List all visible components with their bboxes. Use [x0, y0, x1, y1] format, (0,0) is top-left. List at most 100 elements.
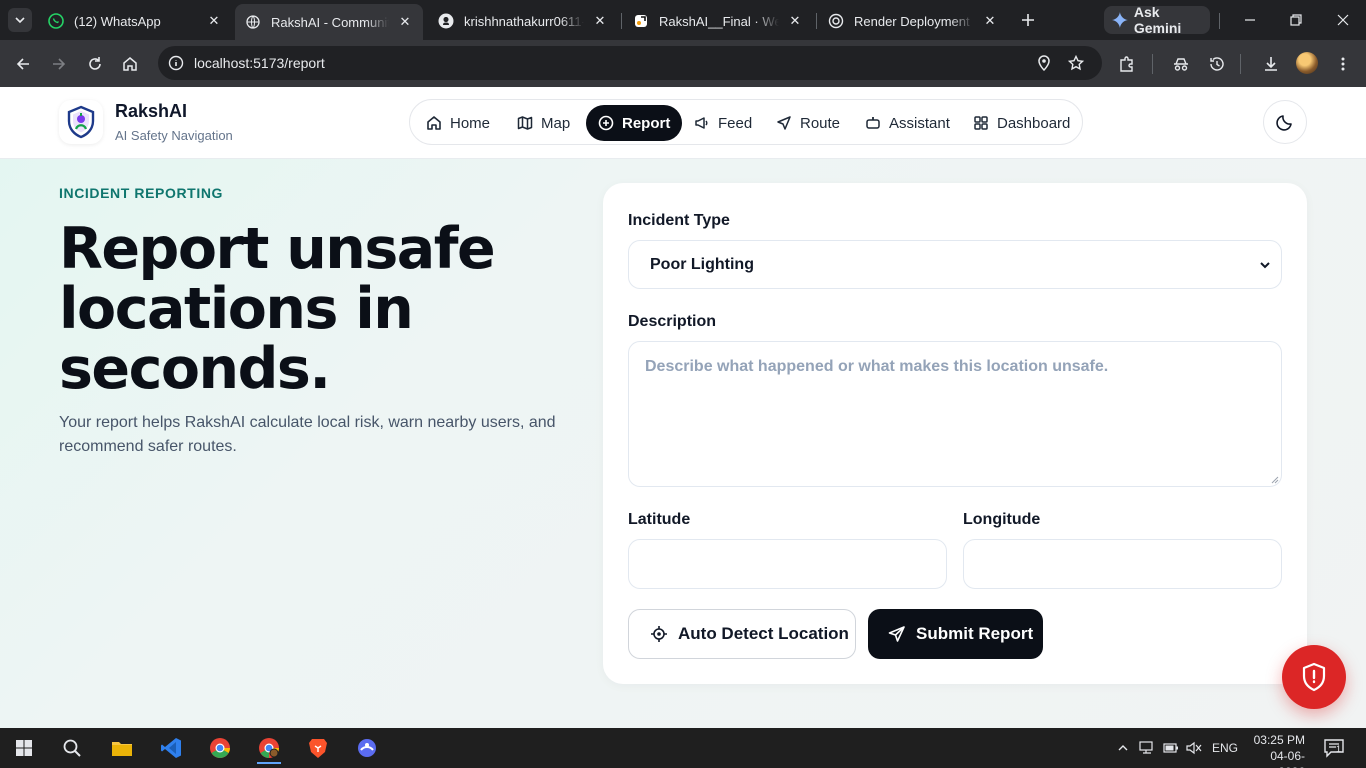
restore-button[interactable] [1284, 8, 1308, 32]
auto-detect-location-button[interactable]: Auto Detect Location [628, 609, 856, 659]
app-header: RakshAI AI Safety Navigation Home Map Re… [0, 87, 1366, 159]
windows-taskbar: ENG 03:25 PM 04-06-2026 1 [0, 728, 1366, 768]
extensions-button[interactable] [1114, 51, 1140, 77]
nav-report-label: Report [622, 114, 671, 132]
section-eyebrow: INCIDENT REPORTING [59, 185, 224, 201]
site-info-icon[interactable] [166, 53, 186, 73]
nav-map-label: Map [541, 114, 571, 132]
chrome-icon [210, 738, 230, 758]
history-button[interactable] [1204, 51, 1230, 77]
nav-dashboard[interactable]: Dashboard [961, 105, 1082, 141]
incident-type-select[interactable]: Poor Lighting [628, 240, 1282, 289]
github-icon [438, 13, 454, 29]
url-text[interactable]: localhost:5173/report [194, 55, 325, 71]
close-icon [1337, 14, 1349, 26]
taskbar-search-button[interactable] [52, 732, 92, 764]
latitude-label: Latitude [628, 511, 691, 528]
folder-icon [112, 742, 132, 756]
brave-lion-icon [309, 739, 327, 758]
tray-overflow-icon[interactable] [1114, 739, 1132, 757]
nav-home[interactable]: Home [414, 105, 502, 141]
chevron-down-icon [1257, 257, 1273, 273]
location-pin-icon[interactable] [1034, 53, 1054, 73]
incident-type-label: Incident Type [628, 212, 730, 229]
incognito-button[interactable] [1168, 51, 1194, 77]
description-textarea[interactable]: Describe what happened or what makes thi… [628, 341, 1282, 487]
close-icon[interactable]: ✕ [592, 13, 608, 29]
downloads-button[interactable] [1258, 51, 1284, 77]
page-title: Report unsafe locations in seconds. [59, 216, 496, 402]
nav-report[interactable]: Report [586, 105, 683, 141]
incident-type-value: Poor Lighting [650, 255, 754, 273]
main-nav: Home Map Report Feed Route Assistant Das… [409, 99, 1083, 145]
windows-logo-icon [16, 740, 32, 756]
browser-tab-render[interactable]: RakshAI__Final · Web Service ✕ [623, 6, 813, 36]
tab-separator [621, 13, 622, 29]
profile-avatar[interactable] [1296, 52, 1318, 74]
arrow-right-icon [53, 58, 66, 70]
home-button[interactable] [117, 51, 143, 77]
vscode-icon [161, 738, 181, 758]
close-window-button[interactable] [1331, 8, 1355, 32]
volume-muted-icon[interactable] [1185, 739, 1203, 757]
taskbar-vscode[interactable] [151, 732, 191, 764]
sos-shield-button[interactable] [1282, 645, 1346, 709]
notification-icon[interactable] [1323, 738, 1345, 758]
back-button[interactable] [10, 51, 36, 77]
browser-tab-github[interactable]: krishhnathakurr0611-hub ✕ [428, 6, 618, 36]
nav-map[interactable]: Map [505, 105, 582, 141]
input-language[interactable]: ENG [1212, 741, 1238, 755]
taskbar-file-explorer[interactable] [102, 732, 142, 764]
close-icon[interactable]: ✕ [397, 14, 413, 30]
address-bar[interactable]: localhost:5173/report [158, 46, 1102, 80]
tab-search-button[interactable] [8, 8, 32, 32]
network-icon[interactable] [1138, 739, 1156, 757]
nav-route[interactable]: Route [764, 105, 852, 141]
longitude-label: Longitude [963, 511, 1041, 528]
taskbar-app[interactable] [347, 732, 387, 764]
tab-title: krishhnathakurr0611-hub [464, 13, 584, 29]
theme-toggle-button[interactable] [1263, 100, 1307, 144]
tab-title: RakshAI - Community-Powered [271, 14, 389, 30]
minimize-button[interactable] [1238, 8, 1262, 32]
forward-button[interactable] [46, 51, 72, 77]
taskbar-chrome[interactable] [200, 732, 240, 764]
browser-menu-button[interactable] [1330, 51, 1356, 77]
longitude-input[interactable] [963, 539, 1282, 589]
system-clock[interactable]: 03:25 PM 04-06-2026 [1247, 732, 1305, 768]
report-form-card: Incident Type Poor Lighting Description … [603, 183, 1307, 684]
ask-gemini-label: Ask Gemini [1133, 4, 1182, 36]
close-icon[interactable]: ✕ [787, 13, 803, 29]
new-tab-button[interactable] [1018, 10, 1038, 30]
nav-assistant[interactable]: Assistant [853, 105, 962, 141]
rakshai-logo[interactable] [59, 100, 103, 144]
gemini-sparkle-icon [1112, 12, 1128, 28]
toolbar-separator [1240, 54, 1241, 74]
browser-tab-chatgpt[interactable]: Render Deployment Issue ✕ [818, 6, 1008, 36]
resize-handle-icon[interactable] [1271, 476, 1279, 484]
app-icon [358, 739, 376, 757]
reload-button[interactable] [82, 51, 108, 77]
ask-gemini-button[interactable]: Ask Gemini [1104, 4, 1210, 36]
description-label: Description [628, 313, 717, 330]
battery-icon[interactable] [1162, 739, 1180, 757]
taskbar-brave[interactable] [298, 732, 338, 764]
close-icon[interactable]: ✕ [982, 13, 998, 29]
bookmark-star-icon[interactable] [1066, 53, 1086, 73]
plus-circle-icon [598, 115, 614, 131]
more-vertical-icon [1341, 57, 1345, 71]
submit-report-button[interactable]: Submit Report [868, 609, 1043, 659]
clock-date: 04-06-2026 [1270, 749, 1305, 768]
browser-tab-rakshai[interactable]: RakshAI - Community-Powered ✕ [235, 4, 423, 40]
latitude-input[interactable] [628, 539, 947, 589]
close-icon[interactable]: ✕ [206, 13, 222, 29]
browser-tab-whatsapp[interactable]: (12) WhatsApp ✕ [38, 6, 232, 36]
puzzle-icon [1120, 56, 1133, 72]
nav-dashboard-label: Dashboard [997, 114, 1071, 132]
start-button[interactable] [4, 732, 44, 764]
toolbar-separator [1152, 54, 1153, 74]
nav-feed[interactable]: Feed [682, 105, 764, 141]
taskbar-chrome-profile[interactable] [249, 732, 289, 764]
whatsapp-icon [48, 13, 64, 29]
tab-title: Render Deployment Issue [854, 13, 974, 29]
